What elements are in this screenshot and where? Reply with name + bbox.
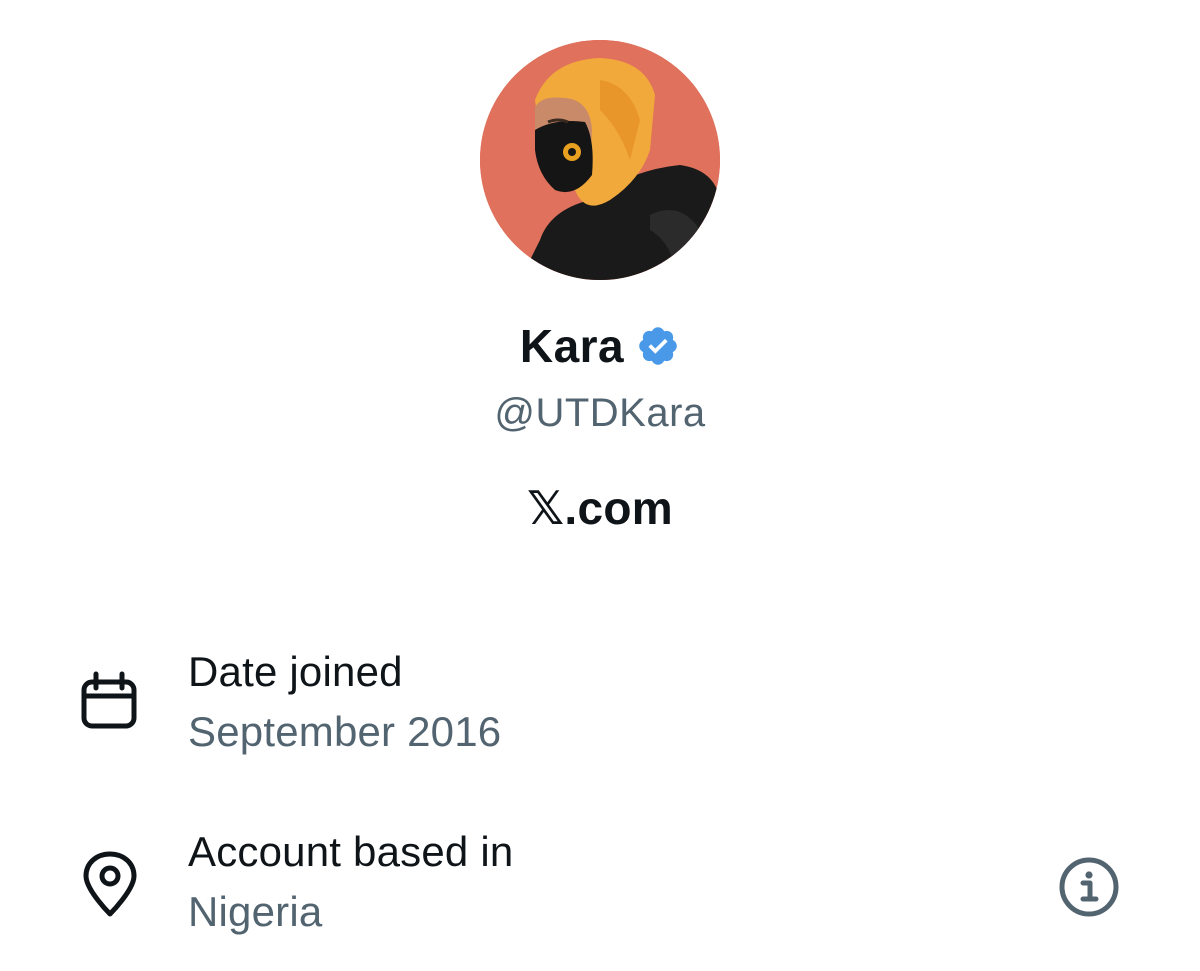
verified-badge-icon[interactable] (636, 324, 680, 368)
location-pin-icon (80, 850, 140, 923)
date-joined-label: Date joined (188, 648, 403, 695)
info-icon[interactable] (1058, 856, 1120, 918)
date-joined-row: Date joined September 2016 (80, 640, 1140, 760)
profile-handle[interactable]: @UTDKara (0, 388, 1200, 438)
date-joined-value: September 2016 (188, 708, 502, 755)
account-based-in-row: Account based in Nigeria (80, 820, 1140, 940)
avatar[interactable] (480, 40, 720, 280)
account-based-in-label: Account based in (188, 828, 514, 875)
calendar-icon (80, 670, 138, 735)
account-based-in-value: Nigeria (188, 888, 323, 935)
profile-name-row: Kara (0, 318, 1200, 374)
avatar-image (480, 40, 720, 280)
display-name: Kara (519, 320, 625, 372)
brand-domain: 𝕏.com (527, 482, 673, 534)
